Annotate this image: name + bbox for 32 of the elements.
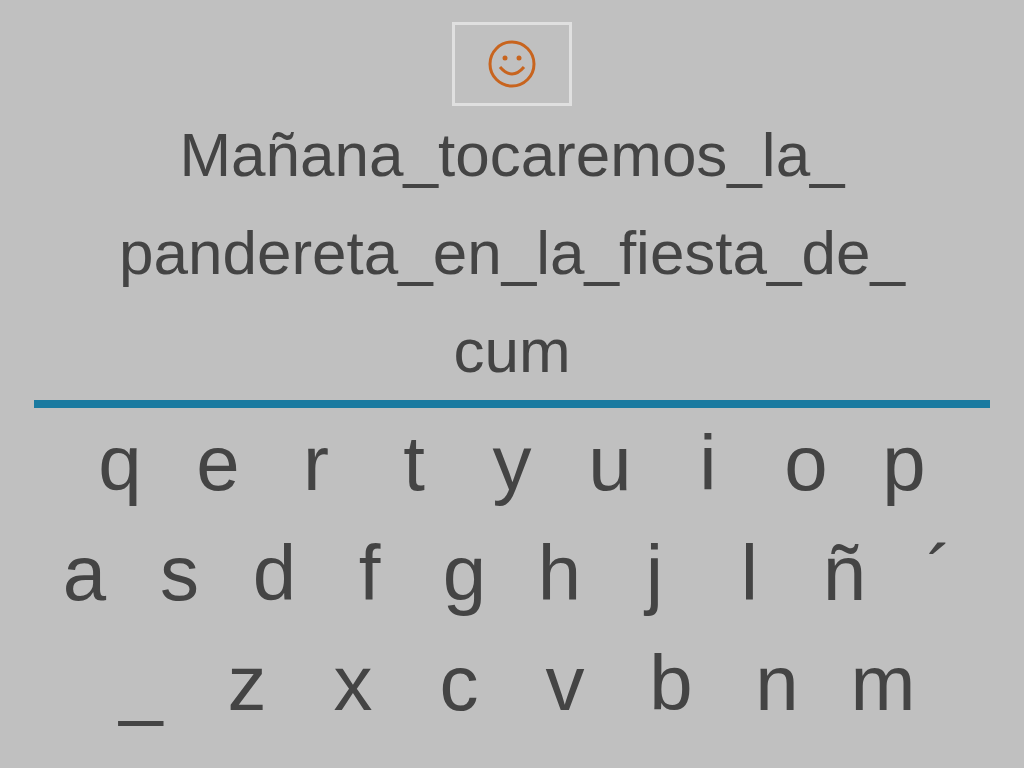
key-button[interactable]: _ <box>88 633 194 733</box>
key-button[interactable]: ´ <box>892 523 987 623</box>
key-button[interactable]: n <box>724 633 830 733</box>
key-button[interactable]: i <box>659 413 757 513</box>
key-button[interactable]: c <box>406 633 512 733</box>
key-button[interactable]: h <box>512 523 607 623</box>
key-button[interactable]: j <box>607 523 702 623</box>
key-button[interactable]: v <box>512 633 618 733</box>
hint-button[interactable] <box>452 22 572 106</box>
key-button[interactable]: ñ <box>797 523 892 623</box>
key-button[interactable]: s <box>132 523 227 623</box>
key-button[interactable]: p <box>855 413 953 513</box>
key-button[interactable]: o <box>757 413 855 513</box>
smiley-icon <box>487 39 537 89</box>
key-button[interactable]: y <box>463 413 561 513</box>
sentence-line: pandereta_en_la_fiesta_de_ <box>119 217 905 289</box>
key-button[interactable]: u <box>561 413 659 513</box>
key-button[interactable]: f <box>322 523 417 623</box>
key-button[interactable]: g <box>417 523 512 623</box>
key-button[interactable]: q <box>71 413 169 513</box>
key-button[interactable]: a <box>37 523 132 623</box>
key-button[interactable]: l <box>702 523 797 623</box>
key-button[interactable]: d <box>227 523 322 623</box>
key-button[interactable]: z <box>194 633 300 733</box>
key-button[interactable]: r <box>267 413 365 513</box>
key-button[interactable]: t <box>365 413 463 513</box>
key-button[interactable]: x <box>300 633 406 733</box>
key-button[interactable]: e <box>169 413 267 513</box>
key-button[interactable]: b <box>618 633 724 733</box>
key-button[interactable]: m <box>830 633 936 733</box>
sentence-line: Mañana_tocaremos_la_ <box>179 119 845 191</box>
sentence-line: cum <box>453 315 571 387</box>
